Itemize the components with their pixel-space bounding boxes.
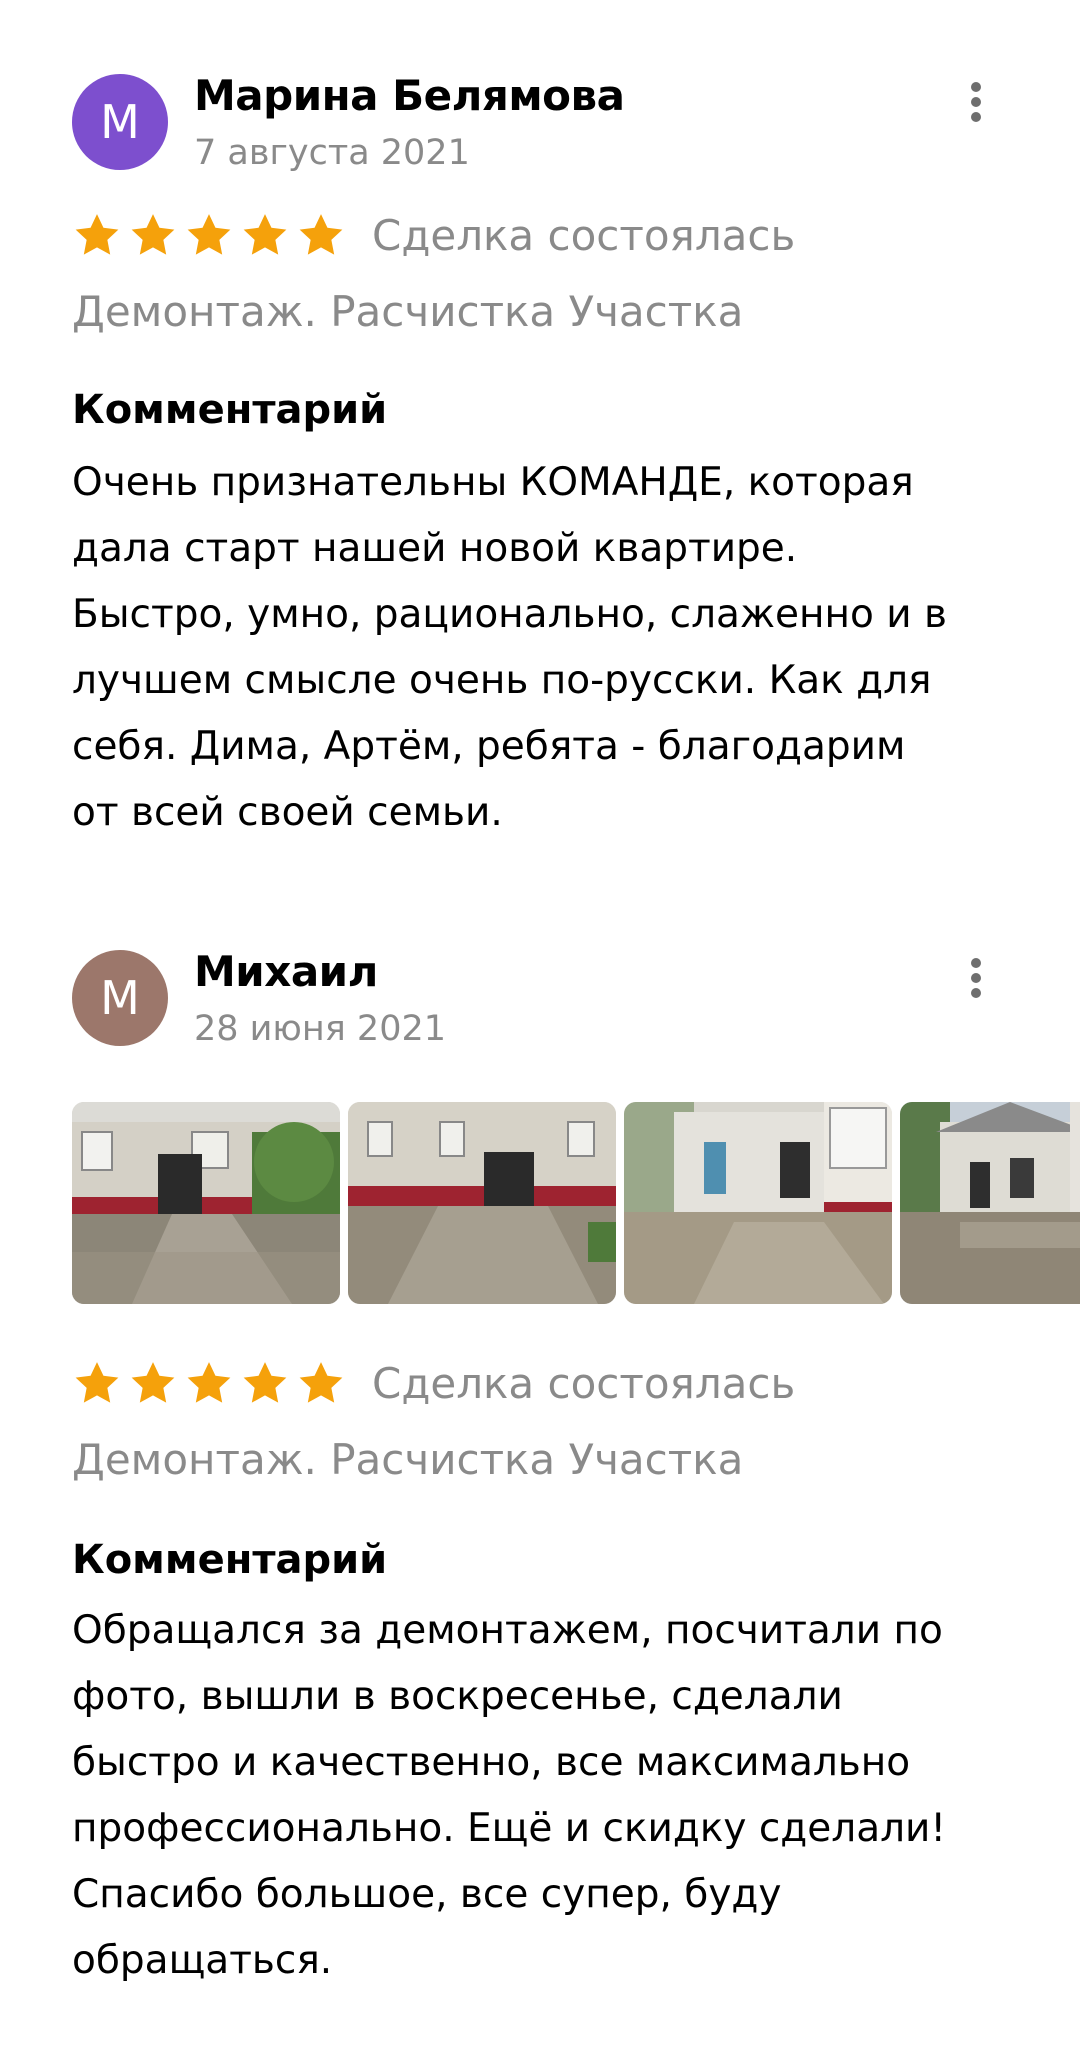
- comment-heading: Комментарий: [72, 387, 388, 433]
- review-author-name[interactable]: Михаил: [194, 944, 378, 1000]
- building-entrance-photo[interactable]: [72, 1102, 340, 1304]
- star-icon: [131, 1362, 175, 1403]
- service-category: Демонтаж. Расчистка Участка: [72, 287, 744, 336]
- review-photo-strip[interactable]: [72, 1102, 1080, 1304]
- review-date: 28 июня 2021: [194, 1009, 447, 1049]
- star-icon: [299, 214, 343, 255]
- star-rating: [72, 1359, 352, 1409]
- star-icon: [243, 214, 287, 255]
- deal-status: Сделка состоялась: [372, 1359, 796, 1408]
- comment-text: Обращался за демонтажем, посчитали по фо…: [72, 1608, 946, 1983]
- comment-heading: Комментарий: [72, 1537, 388, 1583]
- building-entrance-photo[interactable]: [348, 1102, 616, 1304]
- star-icon: [299, 1362, 343, 1403]
- star-icon: [131, 214, 175, 255]
- star-icon: [187, 214, 231, 255]
- star-rating: [72, 211, 352, 261]
- star-icon: [75, 214, 119, 255]
- star-icon: [243, 1362, 287, 1403]
- comment-text: Очень признательны КОМАНДЕ, которая дала…: [72, 460, 948, 835]
- building-extension-photo[interactable]: [900, 1102, 1080, 1304]
- rating-row: Сделка состоялась: [72, 1354, 795, 1414]
- star-icon: [187, 1362, 231, 1403]
- more-vertical-icon[interactable]: [960, 72, 992, 132]
- avatar[interactable]: М: [72, 74, 168, 170]
- star-icon: [75, 1362, 119, 1403]
- building-courtyard-photo[interactable]: [624, 1102, 892, 1304]
- review-date: 7 августа 2021: [194, 133, 470, 173]
- review-author-name[interactable]: Марина Белямова: [194, 68, 625, 124]
- deal-status: Сделка состоялась: [372, 211, 796, 260]
- rating-row: Сделка состоялась: [72, 206, 795, 266]
- more-vertical-icon[interactable]: [960, 948, 992, 1008]
- avatar[interactable]: М: [72, 950, 168, 1046]
- service-category: Демонтаж. Расчистка Участка: [72, 1435, 744, 1484]
